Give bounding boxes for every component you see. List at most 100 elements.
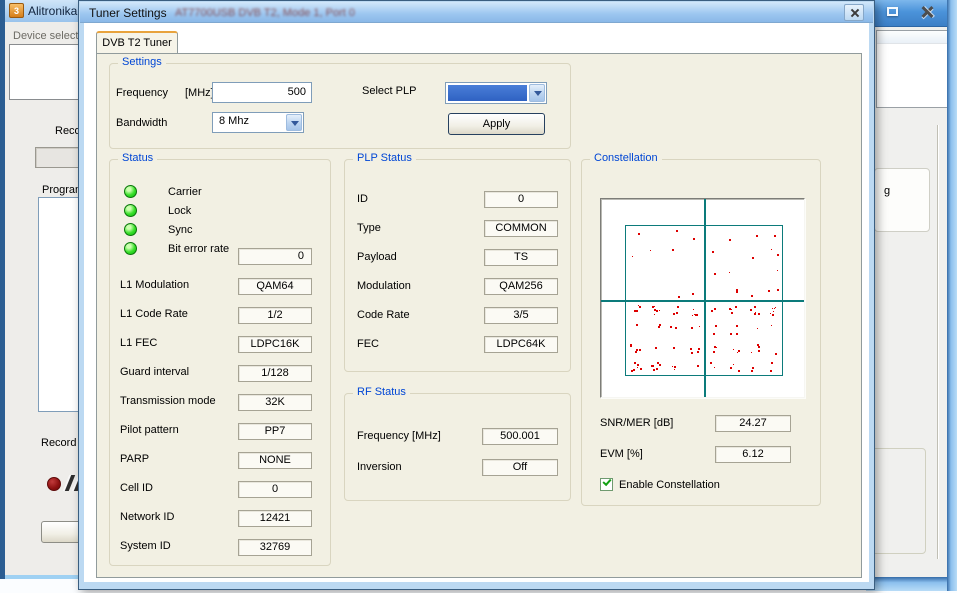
settings-group: Settings Frequency [MHz] 500 Bandwidth 8… xyxy=(109,63,571,149)
select-plp-label: Select PLP xyxy=(362,85,416,97)
right-window-right-border xyxy=(947,0,957,591)
record-data-label: Record d xyxy=(41,437,80,449)
app-icon: 3 xyxy=(9,3,24,18)
constellation-horizontal-axis xyxy=(601,300,804,302)
dialog-titlebar[interactable]: Tuner Settings AT7700USB DVB T2, Mode 1,… xyxy=(80,2,873,23)
status-row-label: Cell ID xyxy=(120,482,153,494)
status-row-value: 1/2 xyxy=(238,307,312,324)
lock-label: Lock xyxy=(168,205,191,217)
program-label: Program xyxy=(42,184,80,196)
status-row-label: L1 FEC xyxy=(120,337,157,349)
plp-row-value: COMMON xyxy=(484,220,558,237)
enable-constellation-label: Enable Constellation xyxy=(619,479,720,491)
right-window-bottom-border xyxy=(866,577,957,591)
tab-dvb-t2-tuner[interactable]: DVB T2 Tuner xyxy=(96,31,178,54)
dialog-title-note: AT7700USB DVB T2, Mode 1, Port 0 xyxy=(175,7,355,19)
sync-label: Sync xyxy=(168,224,192,236)
checkmark-icon xyxy=(602,477,611,486)
rf-row-label: Inversion xyxy=(357,461,402,473)
status-row-value: 12421 xyxy=(238,510,312,527)
status-row-value: PP7 xyxy=(238,423,312,440)
list-header xyxy=(877,31,947,44)
plp-row-label: ID xyxy=(357,193,368,205)
evm-label: EVM [%] xyxy=(600,448,643,460)
ber-value-field: 0 xyxy=(238,248,312,265)
constellation-group: Constellation SNR/MER [dB] 24.27 EVM [%]… xyxy=(581,159,821,506)
device-list[interactable] xyxy=(9,44,80,100)
plp-status-group: PLP Status ID 0 Type COMMON Payload TS M… xyxy=(344,159,571,372)
plp-row-label: Payload xyxy=(357,251,397,263)
groupbox-edge xyxy=(937,125,939,559)
chevron-down-icon xyxy=(291,121,299,126)
close-icon xyxy=(850,8,859,17)
right-window-groupbox: g xyxy=(874,168,930,232)
status-row-label: L1 Code Rate xyxy=(120,308,188,320)
record-label: Record xyxy=(55,125,80,137)
constellation-plot xyxy=(600,198,805,398)
record-display-field xyxy=(35,147,80,168)
lock-led-indicator xyxy=(124,204,137,217)
plp-row-label: Type xyxy=(357,222,381,234)
plp-row-value: 0 xyxy=(484,191,558,208)
chevron-down-icon xyxy=(534,91,542,96)
rf-row-value: Off xyxy=(482,459,558,476)
status-row-label: Pilot pattern xyxy=(120,424,179,436)
dialog-title: Tuner Settings xyxy=(89,6,167,20)
status-row-label: System ID xyxy=(120,540,171,552)
plp-row-label: Code Rate xyxy=(357,309,410,321)
meter-groupbox xyxy=(870,448,926,554)
rf-row-value: 500.001 xyxy=(482,428,558,445)
restore-button[interactable] xyxy=(880,3,904,21)
status-row-label: L1 Modulation xyxy=(120,279,189,291)
bandwidth-dropdown-button[interactable] xyxy=(286,114,302,131)
snr-label: SNR/MER [dB] xyxy=(600,417,673,429)
left-window-titlebar[interactable]: 3 Alitronika xyxy=(5,0,80,22)
apply-button[interactable]: Apply xyxy=(448,113,545,135)
evm-value-field: 6.12 xyxy=(715,446,791,463)
select-plp-dropdown-button[interactable] xyxy=(529,84,545,102)
status-row-label: PARP xyxy=(120,453,149,465)
dialog-close-button[interactable] xyxy=(844,4,864,21)
status-row-value: 0 xyxy=(238,481,312,498)
plp-row-value: 3/5 xyxy=(484,307,558,324)
ber-label: Bit error rate xyxy=(168,243,229,255)
settings-group-label: Settings xyxy=(118,56,166,68)
frequency-label: Frequency xyxy=(116,87,168,99)
left-window-button[interactable] xyxy=(41,521,80,543)
ber-led-indicator xyxy=(124,242,137,255)
restore-icon xyxy=(887,7,898,16)
select-plp-selection xyxy=(448,85,527,101)
status-row-value: 1/128 xyxy=(238,365,312,382)
close-button[interactable] xyxy=(912,2,944,21)
plp-row-label: Modulation xyxy=(357,280,411,292)
bandwidth-label: Bandwidth xyxy=(116,117,167,129)
record-led-indicator xyxy=(47,477,61,491)
frequency-unit-label: [MHz] xyxy=(185,87,214,99)
enable-constellation-checkbox[interactable] xyxy=(600,478,613,491)
select-plp-combobox[interactable] xyxy=(445,82,547,104)
right-window-list[interactable] xyxy=(876,30,948,108)
bandwidth-value: 8 Mhz xyxy=(219,115,249,127)
dialog-client: DVB T2 Tuner Settings Frequency [MHz] 50… xyxy=(84,23,869,582)
frequency-input[interactable]: 500 xyxy=(212,82,312,103)
plp-status-group-label: PLP Status xyxy=(353,152,416,164)
bandwidth-combobox[interactable]: 8 Mhz xyxy=(212,112,304,133)
plp-row-value: TS xyxy=(484,249,558,266)
background-window-left: 3 Alitronika Device select Record Progra… xyxy=(0,0,80,579)
status-row-value: 32769 xyxy=(238,539,312,556)
left-window-title: Alitronika xyxy=(28,4,77,18)
status-row-value: QAM64 xyxy=(238,278,312,295)
constellation-group-label: Constellation xyxy=(590,152,662,164)
sync-led-indicator xyxy=(124,223,137,236)
carrier-led-indicator xyxy=(124,185,137,198)
status-group-label: Status xyxy=(118,152,157,164)
snr-value-field: 24.27 xyxy=(715,415,791,432)
right-window-titlebar[interactable] xyxy=(866,0,957,27)
rf-status-group: RF Status Frequency [MHz] 500.001 Invers… xyxy=(344,393,571,501)
status-row-label: Network ID xyxy=(120,511,174,523)
background-window-right: g xyxy=(866,0,957,591)
status-row-label: Transmission mode xyxy=(120,395,216,407)
program-list[interactable] xyxy=(38,197,80,412)
status-group: Status Carrier Lock Sync Bit error rate … xyxy=(109,159,331,566)
plp-row-value: QAM256 xyxy=(484,278,558,295)
